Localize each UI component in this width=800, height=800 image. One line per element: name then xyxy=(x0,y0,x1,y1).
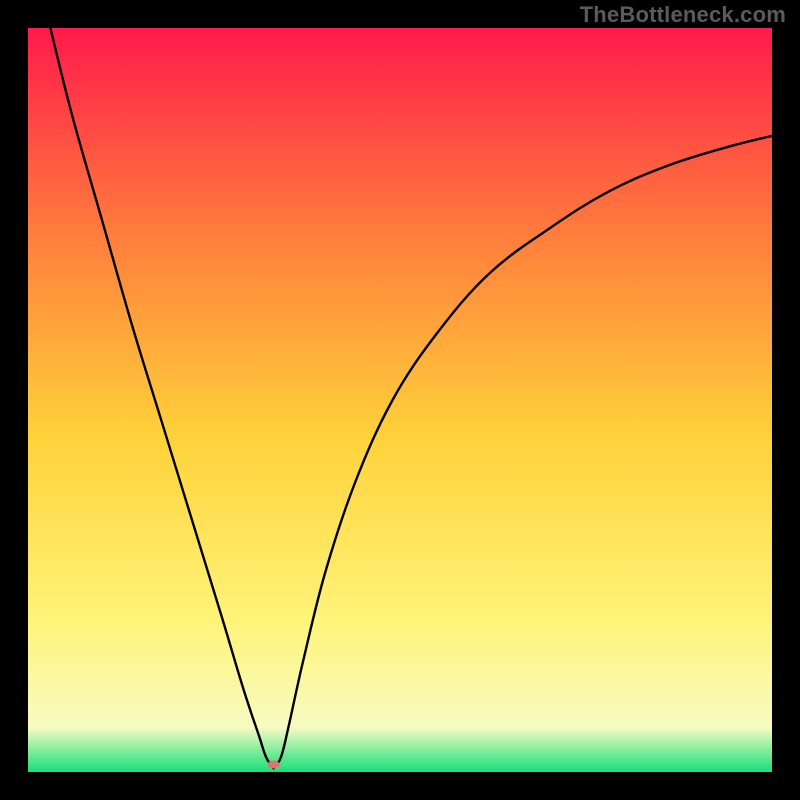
watermark-text: TheBottleneck.com xyxy=(580,2,786,28)
chart-svg xyxy=(28,28,772,772)
minimum-marker xyxy=(268,761,280,769)
chart-frame: TheBottleneck.com xyxy=(0,0,800,800)
chart-background xyxy=(28,28,772,772)
plot-area xyxy=(28,28,772,772)
